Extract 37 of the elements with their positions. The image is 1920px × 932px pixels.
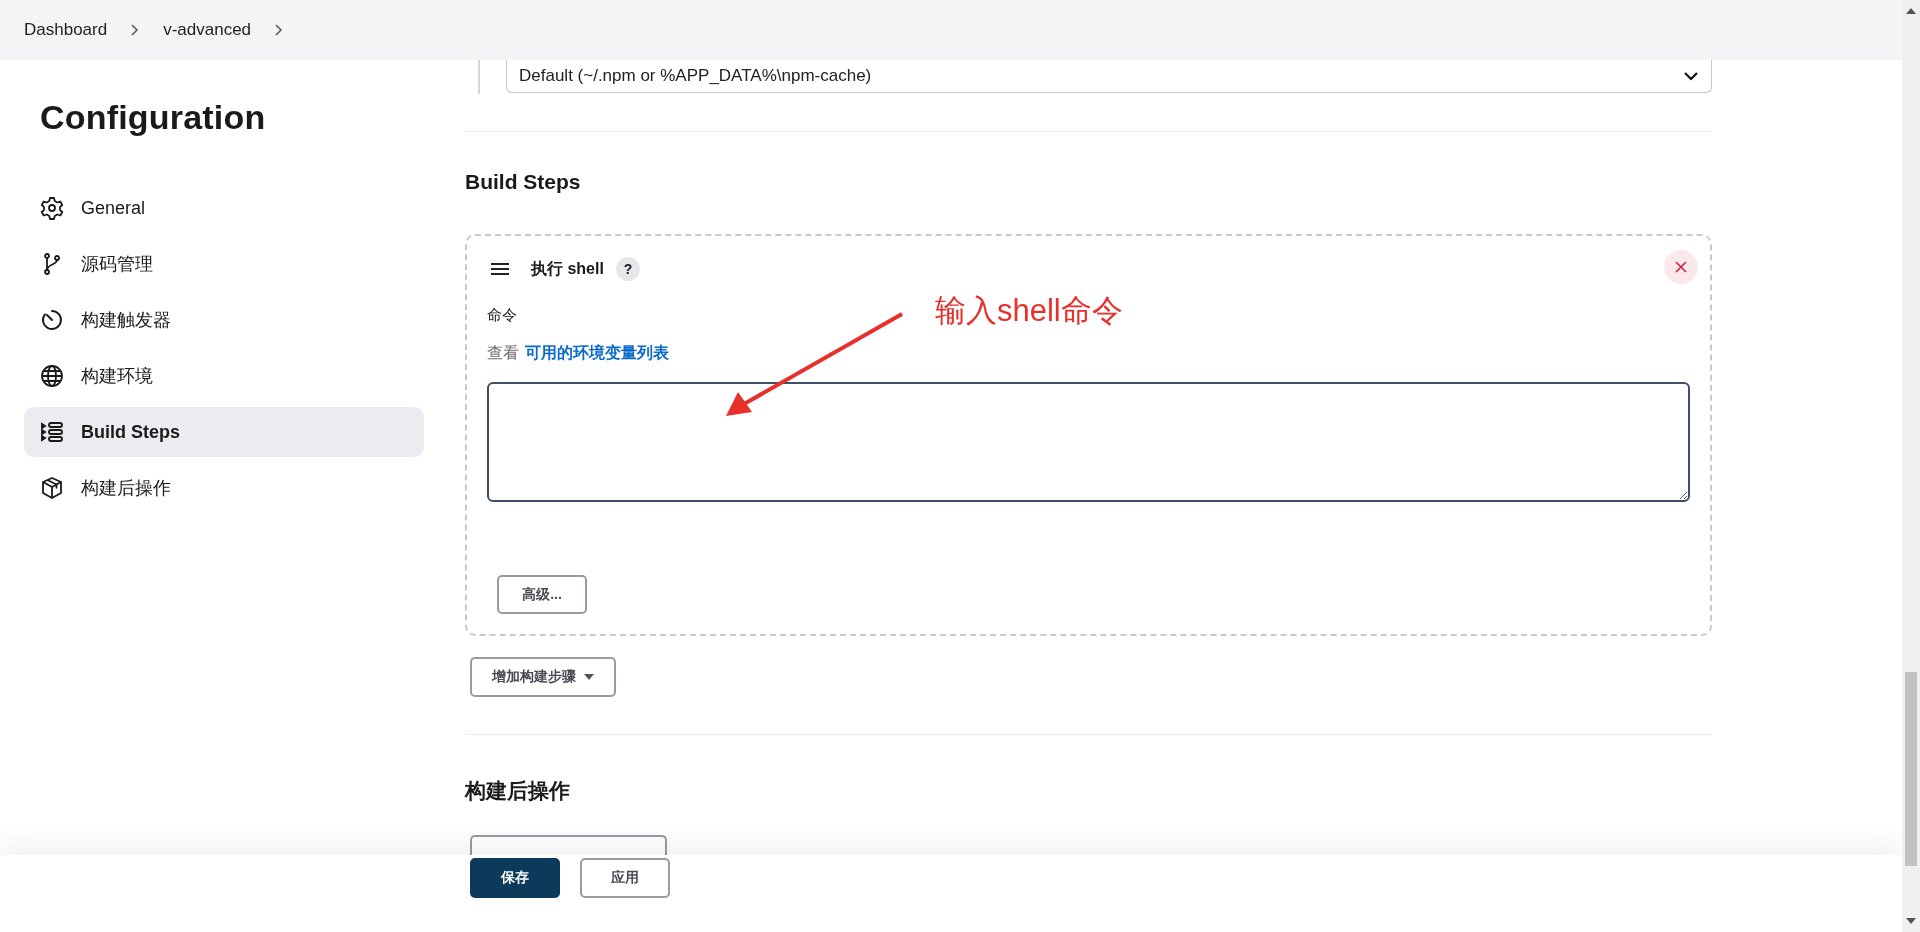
scrollbar[interactable] [1902, 0, 1920, 932]
section-title: Build Steps [465, 170, 582, 194]
hint-text: 查看 [487, 343, 519, 363]
sidebar-item[interactable]: 源码管理 [24, 239, 424, 289]
globe-icon [40, 364, 64, 388]
scroll-thumb[interactable] [1905, 672, 1917, 866]
save-button[interactable]: 保存 [470, 858, 560, 898]
cache-select[interactable]: Default (~/.npm or %APP_DATA%\npm-cache) [506, 60, 1712, 93]
package-icon [40, 476, 64, 500]
add-step-button[interactable]: 增加构建步骤 [470, 657, 616, 697]
page-title: Configuration [40, 98, 267, 137]
chevron-down-icon [1683, 71, 1699, 81]
sidebar-item[interactable]: 构建环境 [24, 351, 424, 401]
timer-icon [40, 308, 64, 332]
sidebar-item[interactable]: 构建后操作 [24, 463, 424, 513]
sidebar-item[interactable]: 构建触发器 [24, 295, 424, 345]
breadcrumb-link[interactable]: Dashboard [24, 20, 108, 40]
annotation-text: 输入shell命令 [935, 292, 1123, 330]
step-title: 执行 shell [531, 258, 604, 279]
command-field[interactable] [487, 382, 1690, 502]
field-label: 命令 [487, 306, 517, 325]
apply-button[interactable]: 应用 [580, 858, 670, 898]
sidebar-item[interactable]: Build Steps [24, 407, 424, 457]
close-button[interactable] [1664, 250, 1698, 284]
advanced-button[interactable]: 高级... [497, 575, 587, 614]
drag-handle-icon[interactable] [489, 262, 511, 276]
breadcrumb-link[interactable]: v-advanced [163, 20, 252, 40]
steps-icon [40, 420, 64, 444]
help-button[interactable]: ? [615, 257, 640, 281]
section-title: 构建后操作 [465, 778, 571, 804]
gear-icon [40, 196, 64, 220]
scroll-up-icon[interactable] [1906, 8, 1916, 14]
sidebar-item[interactable]: General [24, 183, 424, 233]
scroll-down-icon[interactable] [1906, 918, 1916, 924]
close-icon [1675, 261, 1687, 273]
env-vars-link[interactable]: 可用的环境变量列表 [525, 343, 669, 364]
caret-down-icon [584, 674, 594, 680]
